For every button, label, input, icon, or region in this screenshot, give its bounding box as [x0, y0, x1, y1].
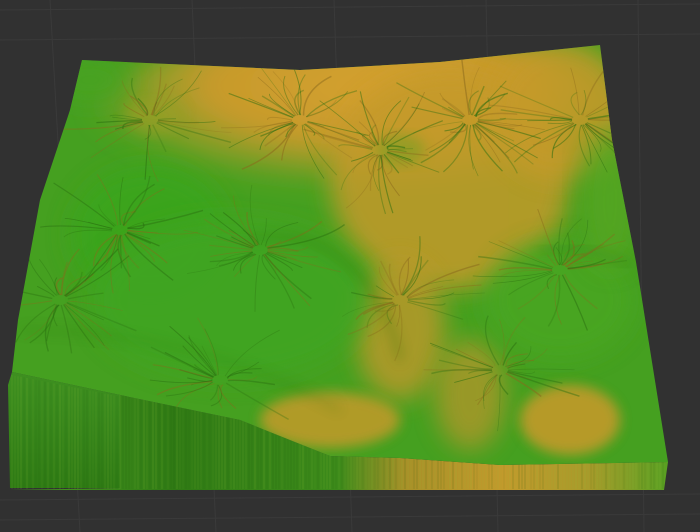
grid-line	[0, 33, 700, 41]
grid-line	[0, 513, 700, 521]
3d-viewport[interactable]	[0, 0, 700, 532]
grid-line	[0, 493, 700, 501]
terrain-scene[interactable]	[0, 0, 700, 532]
grid-line	[0, 3, 700, 11]
